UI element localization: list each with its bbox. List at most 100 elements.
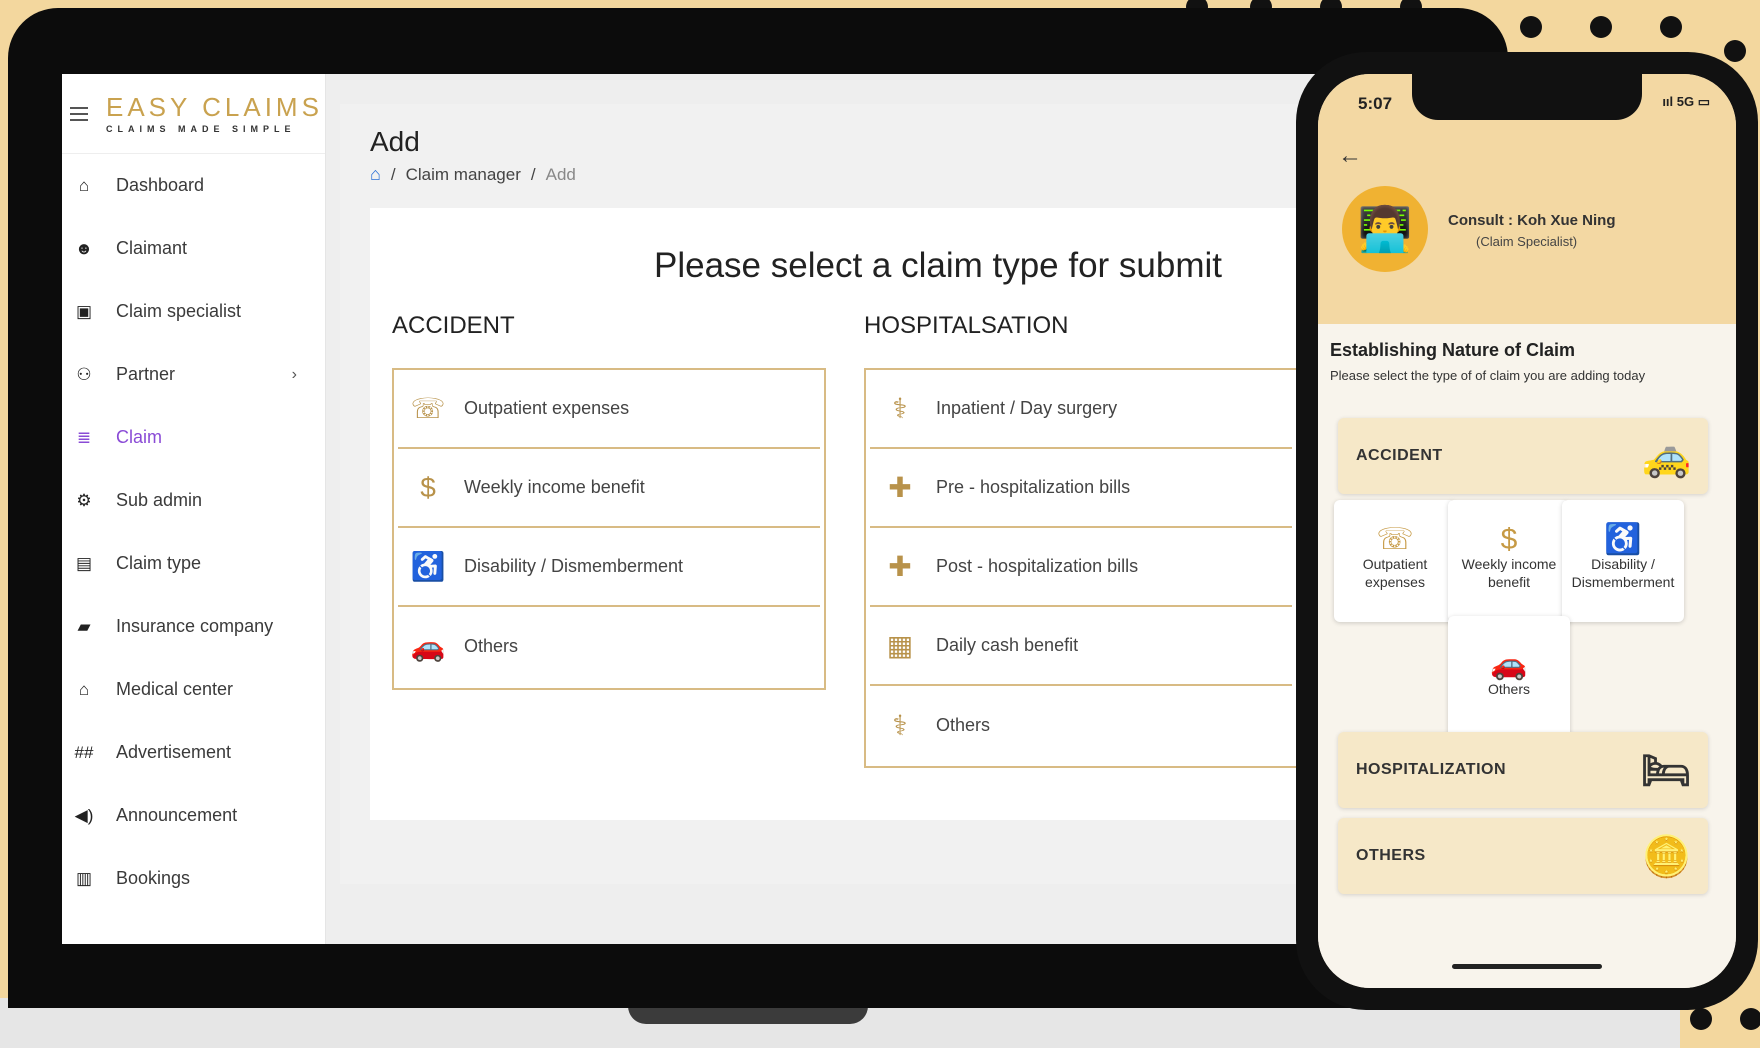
option-label: Others xyxy=(464,636,519,656)
hospitalization-band-label: HOSPITALIZATION xyxy=(1356,761,1507,778)
sidebar-item-bookings[interactable]: ▥ Bookings xyxy=(62,847,325,910)
others-band[interactable]: OTHERS 🪙 xyxy=(1338,818,1708,894)
sidebar-item-sub-admin[interactable]: ⚙ Sub admin xyxy=(62,469,325,532)
sidebar-item-advertisement[interactable]: ## Advertisement xyxy=(62,721,325,784)
tile-label: Disability / xyxy=(1591,556,1655,572)
claim-type-heading: Please select a claim type for submit xyxy=(654,246,1223,285)
sidebar-item-claim-specialist[interactable]: ▣ Claim specialist xyxy=(62,280,325,343)
section-title: Establishing Nature of Claim xyxy=(1330,340,1576,360)
option-label: Weekly income benefit xyxy=(464,477,645,497)
sidebar-item-insurance-company[interactable]: ▰ Insurance company xyxy=(62,595,325,658)
claim-type-icon: ▤ xyxy=(75,553,93,573)
hospital-bed-icon: ⚕ xyxy=(892,393,908,424)
sidebar-item-claim[interactable]: ≣ Claim xyxy=(62,406,325,469)
sidebar-item-partner[interactable]: ⚇ Partner › xyxy=(62,343,325,406)
mobile-app-screen: 5:07 ııl 5G ▭ ← 👨‍💻 Consult : Koh Xue Ni… xyxy=(1318,74,1736,988)
hospitalisation-options: ⚕ Inpatient / Day surgery ✚ Pre - hospital… xyxy=(864,368,1298,768)
patient-icon: ⚕ xyxy=(892,710,908,741)
medical-bill-icon: ✚ xyxy=(888,472,912,503)
logo: EASY CLAIMS CLAIMS MADE SIMPLE xyxy=(106,94,323,134)
logo-title: EASY CLAIMS xyxy=(106,91,323,122)
tile-outpatient-expenses[interactable]: ☏ Outpatient expenses xyxy=(1334,500,1456,622)
option-hospital-others[interactable]: ⚕ Others xyxy=(870,686,1292,765)
sidebar-item-dashboard[interactable]: ⌂ Dashboard xyxy=(62,154,325,217)
option-label: Disability / Dismemberment xyxy=(464,556,684,576)
breadcrumb-separator: / xyxy=(530,164,536,184)
tile-label: Dismemberment xyxy=(1571,574,1675,590)
sidebar-item-claim-type[interactable]: ▤ Claim type xyxy=(62,532,325,595)
laptop-frame: EASY CLAIMS CLAIMS MADE SIMPLE ⌂ Dashboar… xyxy=(8,8,1508,1008)
web-app-screen: EASY CLAIMS CLAIMS MADE SIMPLE ⌂ Dashboar… xyxy=(62,74,1372,944)
option-label: Daily cash benefit xyxy=(936,635,1079,655)
tile-label: Weekly income xyxy=(1461,556,1557,572)
home-icon[interactable]: ⌂ xyxy=(370,164,381,185)
option-label: Outpatient expenses xyxy=(464,398,630,418)
accident-band[interactable]: ACCIDENT 🚕 xyxy=(1338,418,1708,494)
home-indicator xyxy=(1452,964,1602,969)
status-signal-battery: ııl 5G ▭ xyxy=(1662,94,1710,109)
disability-icon: ♿ xyxy=(410,551,446,582)
insurance-company-icon: ▰ xyxy=(77,616,91,636)
hamburger-menu-icon[interactable] xyxy=(70,106,88,121)
option-daily-cash-benefit[interactable]: ▦ Daily cash benefit xyxy=(870,607,1292,686)
claimant-icon: ☻ xyxy=(75,238,93,258)
medical-center-icon: ⌂ xyxy=(78,679,90,699)
sidebar-item-label: Announcement xyxy=(116,805,238,825)
outpatient-icon: ☏ xyxy=(410,393,446,424)
tile-others[interactable]: 🚗 Others xyxy=(1448,616,1570,738)
breadcrumb-claim-manager[interactable]: Claim manager xyxy=(406,165,521,185)
sidebar: EASY CLAIMS CLAIMS MADE SIMPLE ⌂ Dashboar… xyxy=(62,74,326,944)
sidebar-item-label: Claim type xyxy=(116,553,202,573)
decor-dot xyxy=(1660,16,1682,38)
consultant-icon: 👨‍💻 xyxy=(1357,205,1413,254)
sidebar-item-claimant[interactable]: ☻ Claimant xyxy=(62,217,325,280)
option-label: Inpatient / Day surgery xyxy=(936,398,1118,418)
brand-bar: EASY CLAIMS CLAIMS MADE SIMPLE xyxy=(62,74,325,154)
dashboard-icon: ⌂ xyxy=(78,175,90,195)
option-weekly-income-benefit[interactable]: $ Weekly income benefit xyxy=(398,449,820,528)
sub-admin-icon: ⚙ xyxy=(76,490,92,510)
logo-tagline: CLAIMS MADE SIMPLE xyxy=(106,123,296,134)
avatar: 👨‍💻 xyxy=(1342,186,1428,272)
sidebar-nav: ⌂ Dashboard ☻ Claimant ▣ Claim specialist ⚇… xyxy=(62,154,325,910)
sidebar-item-label: Claim specialist xyxy=(116,301,242,321)
option-label: Post - hospitalization bills xyxy=(936,556,1139,576)
accident-title: ACCIDENT xyxy=(392,312,515,339)
decor-dot xyxy=(1520,16,1542,38)
phone-notch xyxy=(1412,74,1642,120)
sidebar-item-label: Medical center xyxy=(116,679,234,699)
others-band-label: OTHERS xyxy=(1356,847,1426,864)
decor-dot xyxy=(1590,16,1612,38)
section-subtitle: Please select the type of of claim you a… xyxy=(1330,368,1646,383)
sidebar-item-label: Sub admin xyxy=(116,490,203,510)
sidebar-item-label: Insurance company xyxy=(116,616,274,636)
income-icon: $ xyxy=(420,471,436,503)
option-pre-hospitalization-bills[interactable]: ✚ Pre - hospitalization bills xyxy=(870,449,1292,528)
tile-weekly-income-benefit[interactable]: $ Weekly income benefit xyxy=(1448,500,1570,622)
calendar-cash-icon: ▦ xyxy=(886,630,914,661)
sidebar-item-announcement[interactable]: ◀) Announcement xyxy=(62,784,325,847)
back-arrow-icon[interactable]: ← xyxy=(1338,142,1362,170)
disability-icon: ♿ xyxy=(1604,523,1642,556)
consultant-role: (Claim Specialist) xyxy=(1476,234,1578,249)
coin-hand-icon: 🪙 xyxy=(1641,834,1692,879)
option-accident-others[interactable]: 🚗 Others xyxy=(398,607,820,686)
sidebar-item-medical-center[interactable]: ⌂ Medical center xyxy=(62,658,325,721)
chevron-right-icon[interactable]: › xyxy=(292,366,297,384)
hospitalization-band[interactable]: HOSPITALIZATION 🛏 xyxy=(1338,732,1708,808)
accident-column: ACCIDENT ☏ Outpatient expenses $ Weekly in… xyxy=(392,312,826,690)
decor-dot xyxy=(1724,40,1746,62)
breadcrumb-separator: / xyxy=(390,164,396,184)
option-post-hospitalization-bills[interactable]: ✚ Post - hospitalization bills xyxy=(870,528,1292,607)
tile-disability-dismemberment[interactable]: ♿ Disability / Dismemberment xyxy=(1562,500,1684,622)
bookings-icon: ▥ xyxy=(75,868,93,888)
option-outpatient-expenses[interactable]: ☏ Outpatient expenses xyxy=(398,370,820,449)
car-accident-icon: 🚗 xyxy=(410,631,446,662)
sidebar-item-label: Advertisement xyxy=(116,742,232,762)
tile-label: Outpatient xyxy=(1362,556,1428,572)
advertisement-icon: ## xyxy=(74,742,94,762)
option-inpatient-day-surgery[interactable]: ⚕ Inpatient / Day surgery xyxy=(870,370,1292,449)
option-disability-dismemberment[interactable]: ♿ Disability / Dismemberment xyxy=(398,528,820,607)
hospitalisation-column: HOSPITALSATION ⚕ Inpatient / Day surgery … xyxy=(864,312,1298,768)
status-time: 5:07 xyxy=(1358,94,1393,113)
